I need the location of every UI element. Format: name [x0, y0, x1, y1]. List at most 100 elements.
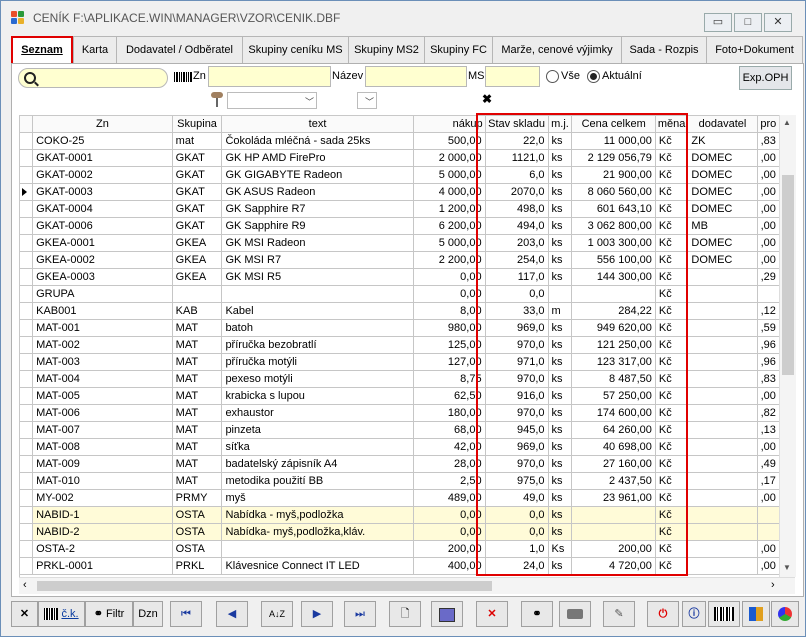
cell-nakup[interactable]: 0,00	[413, 268, 486, 286]
cell-nakup[interactable]: 1 200,00	[413, 200, 486, 218]
colors-icon-button[interactable]	[742, 601, 770, 627]
cell-nakup[interactable]: 0,00	[413, 506, 486, 524]
cell-nakup[interactable]: 127,00	[413, 353, 486, 371]
cell-stav-skladu[interactable]: 975,0	[485, 472, 549, 490]
cell-nakup[interactable]: 489,00	[413, 489, 486, 507]
col-header-cena-celkem[interactable]: Cena celkem	[571, 116, 656, 133]
cell-skupina[interactable]: OSTA	[172, 540, 223, 558]
cell-stav-skladu[interactable]: 970,0	[485, 455, 549, 473]
cell-mena[interactable]: Kč	[655, 285, 689, 303]
cell-zn[interactable]: COKO-25	[32, 132, 173, 150]
cell-stav-skladu[interactable]: 498,0	[485, 200, 549, 218]
cell-nakup[interactable]: 2,50	[413, 472, 486, 490]
cell-zn[interactable]: MAT-010	[32, 472, 173, 490]
cell-stav-skladu[interactable]: 24,0	[485, 557, 549, 575]
cell-nakup[interactable]: 28,00	[413, 455, 486, 473]
cell-mena[interactable]: Kč	[655, 472, 689, 490]
cell-cena-celkem[interactable]: 57 250,00	[571, 387, 656, 405]
cell-stav-skladu[interactable]: 0,0	[485, 523, 549, 541]
theme-icon-button[interactable]	[771, 601, 799, 627]
cell-mj[interactable]: ks	[548, 200, 573, 218]
cell-mena[interactable]: Kč	[655, 166, 689, 184]
cell-cena-celkem[interactable]: 144 300,00	[571, 268, 656, 286]
cell-text[interactable]: GK Sapphire R7	[221, 200, 414, 218]
table-row[interactable]: COKO-25 mat Čokoláda mléčná - sada 25ks 500…	[20, 132, 780, 150]
cell-zn[interactable]: MAT-007	[32, 421, 173, 439]
cell-mena[interactable]: Kč	[655, 370, 689, 388]
power-button[interactable]: ⏻	[647, 601, 679, 627]
maximize-button[interactable]: □	[734, 13, 762, 32]
cell-dodavatel[interactable]	[687, 336, 758, 354]
cell-mj[interactable]: ks	[548, 523, 573, 541]
col-header-zn[interactable]: Zn	[32, 116, 173, 133]
cell-cena-celkem[interactable]: 11 000,00	[571, 132, 656, 150]
col-header-dodavatel[interactable]: dodavatel	[687, 116, 758, 133]
tab-skupiny-fc[interactable]: Skupiny FC	[424, 36, 493, 63]
delete-icon-button[interactable]: ✕	[476, 601, 508, 627]
cell-cena-celkem[interactable]: 284,22	[571, 302, 656, 320]
nazev-filter-input[interactable]	[365, 66, 467, 87]
cell-dodavatel[interactable]	[687, 387, 758, 405]
table-row[interactable]: KAB001 KAB Kabel 8,00 33,0 m 284,22 Kč ,12	[20, 302, 780, 320]
cell-stav-skladu[interactable]: 969,0	[485, 438, 549, 456]
cell-skupina[interactable]: GKEA	[172, 268, 223, 286]
cell-skupina[interactable]: PRKL	[172, 557, 223, 575]
cell-nakup[interactable]: 8,00	[413, 302, 486, 320]
cell-mj[interactable]: ks	[548, 421, 573, 439]
cell-mena[interactable]: Kč	[655, 183, 689, 201]
cell-skupina[interactable]: GKAT	[172, 217, 223, 235]
cell-cena-celkem[interactable]: 123 317,00	[571, 353, 656, 371]
cell-skupina[interactable]: MAT	[172, 404, 223, 422]
horizontal-scrollbar[interactable]: ‹ ›	[19, 577, 795, 594]
col-header-skupina[interactable]: Skupina	[172, 116, 223, 133]
cell-pro[interactable]: ,17	[757, 472, 780, 490]
cell-zn[interactable]: MAT-002	[32, 336, 173, 354]
cell-skupina[interactable]	[172, 285, 223, 303]
cell-pro[interactable]: ,00	[757, 489, 780, 507]
cell-skupina[interactable]: MAT	[172, 455, 223, 473]
cell-cena-celkem[interactable]: 8 487,50	[571, 370, 656, 388]
cell-cena-celkem[interactable]: 174 600,00	[571, 404, 656, 422]
cell-pro[interactable]: ,00	[757, 183, 780, 201]
cell-stav-skladu[interactable]: 0,0	[485, 285, 549, 303]
close-window-button[interactable]: ✕	[764, 13, 792, 32]
cell-zn[interactable]: GKAT-0002	[32, 166, 173, 184]
cell-nakup[interactable]: 62,50	[413, 387, 486, 405]
cell-skupina[interactable]: GKEA	[172, 251, 223, 269]
minimize-button[interactable]: ▭	[704, 13, 732, 32]
cell-zn[interactable]: KAB001	[32, 302, 173, 320]
cell-cena-celkem[interactable]: 4 720,00	[571, 557, 656, 575]
cell-dodavatel[interactable]	[687, 455, 758, 473]
cell-cena-celkem[interactable]: 40 698,00	[571, 438, 656, 456]
cell-skupina[interactable]: MAT	[172, 353, 223, 371]
cell-dodavatel[interactable]	[687, 421, 758, 439]
table-row[interactable]: GKAT-0006 GKAT GK Sapphire R9 6 200,00 494,0…	[20, 217, 780, 235]
cell-stav-skladu[interactable]: 494,0	[485, 217, 549, 235]
scroll-down-icon[interactable]: ▼	[783, 563, 791, 572]
cell-zn[interactable]: GRUPA	[32, 285, 173, 303]
cell-zn[interactable]: GKAT-0004	[32, 200, 173, 218]
cell-zn[interactable]: GKEA-0003	[32, 268, 173, 286]
cell-nakup[interactable]: 42,00	[413, 438, 486, 456]
table-row[interactable]: MAT-006 MAT exhaustor 180,00 970,0 ks 174 600,…	[20, 404, 780, 422]
cell-text[interactable]: síťka	[221, 438, 414, 456]
table-row[interactable]: GKAT-0001 GKAT GK HP AMD FirePro 2 000,00 11…	[20, 149, 780, 167]
table-row[interactable]: MAT-005 MAT krabicka s lupou 62,50 916,0 ks 57…	[20, 387, 780, 405]
table-row[interactable]: GKAT-0003 GKAT GK ASUS Radeon 4 000,00 2070,…	[20, 183, 780, 201]
cell-stav-skladu[interactable]: 49,0	[485, 489, 549, 507]
search-input[interactable]	[18, 68, 168, 88]
cell-mena[interactable]: Kč	[655, 319, 689, 337]
cell-dodavatel[interactable]	[687, 472, 758, 490]
barcode-ck-button[interactable]: č.k.	[38, 601, 85, 627]
cell-dodavatel[interactable]	[687, 540, 758, 558]
cell-skupina[interactable]: GKAT	[172, 149, 223, 167]
cell-mena[interactable]: Kč	[655, 336, 689, 354]
cell-cena-celkem[interactable]	[571, 285, 656, 303]
cell-stav-skladu[interactable]: 0,0	[485, 506, 549, 524]
last-record-button[interactable]: ⏭	[344, 601, 376, 627]
cell-text[interactable]: exhaustor	[221, 404, 414, 422]
cell-dodavatel[interactable]: DOMEC	[687, 251, 758, 269]
cell-skupina[interactable]: MAT	[172, 438, 223, 456]
cell-stav-skladu[interactable]: 971,0	[485, 353, 549, 371]
col-header-mena[interactable]: měna	[655, 116, 689, 133]
